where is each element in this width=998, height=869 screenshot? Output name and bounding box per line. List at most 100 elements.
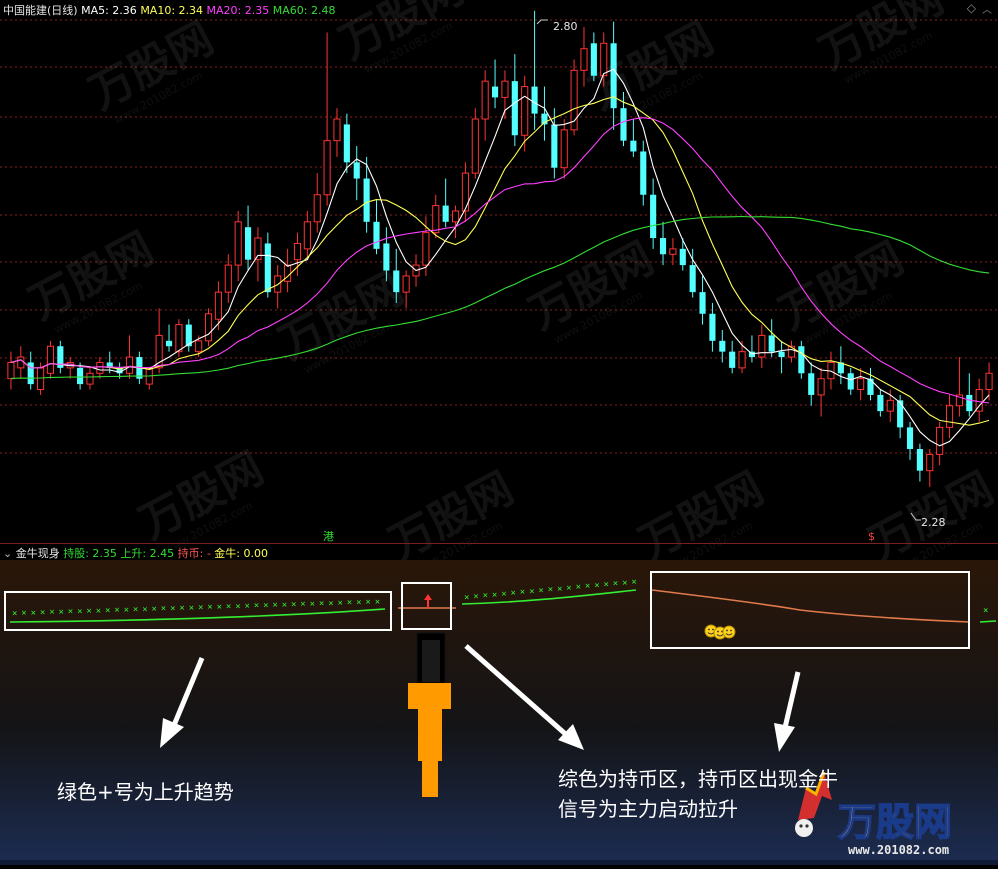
candle-body [768, 335, 775, 352]
hk-connect-marker: 港 [323, 530, 334, 543]
candle-body [461, 172, 469, 212]
candle-body [847, 373, 854, 390]
chart-canvas[interactable]: 万股网www.201082.com万股网www.201082.com 万股网www… [0, 0, 998, 865]
plus-marker: × [226, 602, 231, 612]
chevron-down-icon[interactable]: ⌄ [3, 547, 12, 560]
candle-body [817, 378, 825, 396]
candle-body [679, 248, 686, 266]
ma-legend-item: MA10: 2.34 [140, 4, 207, 17]
plus-marker: × [189, 603, 194, 613]
candle-body [175, 324, 183, 353]
candle-body [46, 345, 55, 374]
plus-marker: × [594, 581, 599, 591]
plus-marker: × [96, 606, 101, 616]
candle-body [985, 372, 993, 391]
plus-marker: × [59, 607, 64, 617]
signal-annotation: 信号为主力启动拉升 [558, 797, 738, 821]
chevron-up-icon[interactable]: ︿ [982, 1, 992, 16]
candle-body [669, 248, 677, 255]
candle-body [442, 205, 449, 222]
plus-marker: × [492, 590, 497, 600]
plus-marker: × [133, 605, 138, 615]
candle-body [521, 86, 529, 136]
candle-body [234, 221, 242, 266]
plus-marker: × [464, 593, 469, 603]
candle-body [254, 237, 262, 261]
plus-marker: × [356, 598, 361, 608]
diamond-icon[interactable]: ◇ [967, 1, 976, 15]
candle-body [551, 124, 558, 168]
candle-body [313, 194, 321, 223]
plus-marker: × [375, 597, 380, 607]
candle-body [165, 340, 173, 347]
plus-marker: × [40, 608, 45, 618]
candle-body [432, 205, 440, 234]
plus-marker: × [483, 591, 488, 601]
candle-body [323, 140, 331, 196]
plus-marker: × [207, 603, 212, 613]
plus-marker: × [152, 604, 157, 614]
plus-marker: × [245, 601, 250, 611]
plus-marker: × [86, 607, 91, 617]
ma-legend-item: MA5: 2.36 [81, 4, 141, 17]
plus-marker: × [538, 586, 543, 596]
candle-body [373, 221, 380, 249]
candle-body [580, 48, 588, 71]
candle-body [343, 124, 350, 163]
candle-body [264, 243, 271, 293]
candle-body [393, 270, 400, 293]
candle-body [303, 221, 311, 250]
smiley-icon-3 [722, 625, 736, 639]
brand-url: www.201082.com [848, 843, 949, 857]
candle-body [204, 313, 213, 342]
candle-body [906, 427, 914, 450]
plus-marker: × [520, 588, 525, 598]
candle-body [224, 264, 232, 293]
candle-body [808, 373, 815, 395]
candle-body [886, 399, 894, 412]
candle-body [353, 162, 360, 179]
ma-legend-item: MA20: 2.35 [206, 4, 273, 17]
plus-marker: × [68, 607, 73, 617]
plus-marker: × [328, 599, 333, 609]
candle-body [590, 43, 597, 76]
candle-body [17, 356, 25, 369]
candle-body [195, 340, 203, 353]
plus-marker: × [31, 608, 36, 618]
plus-marker: × [114, 606, 119, 616]
candle-body [77, 367, 84, 385]
candle-body [7, 361, 15, 380]
candle-body [857, 378, 865, 391]
candle-body [37, 367, 45, 391]
candle-body [926, 453, 934, 472]
indicator-value-item: 金牛: 0.00 [210, 547, 268, 560]
indicator-name[interactable]: 金牛现身 [16, 547, 60, 560]
plus-marker: × [566, 583, 571, 593]
ma-legend-item: MA60: 2.48 [272, 4, 336, 17]
plus-marker: × [12, 609, 17, 619]
plus-marker: × [501, 589, 506, 599]
plus-marker: × [473, 592, 478, 602]
candle-body [293, 242, 302, 261]
candle-body [214, 291, 222, 320]
candle-body [778, 351, 785, 358]
plus-marker: × [613, 579, 618, 589]
candle-body [936, 426, 944, 455]
plus-marker: × [300, 600, 305, 610]
candle-body [511, 81, 518, 136]
indicator-value-item: 上升: 2.45 [116, 547, 175, 560]
indicator-value-item: 持股: 2.35 [63, 547, 117, 560]
candle-body [620, 108, 627, 141]
candle-body [244, 227, 252, 260]
plus-marker: × [179, 604, 184, 614]
plus-marker: × [365, 598, 370, 608]
stock-title[interactable]: 中国能建(日线) [3, 4, 78, 17]
candle-body [531, 86, 538, 114]
plus-marker: × [585, 582, 590, 592]
stock-chart-window: 万股网 www.201082.com 万股网 www.201082.com 万股网 www… [0, 0, 998, 865]
ma-legend: MA5: 2.36 MA10: 2.34 MA20: 2.35 MA60: 2.… [81, 4, 335, 17]
candle-body [650, 194, 657, 239]
plus-marker: × [105, 606, 110, 616]
candle-body [877, 394, 884, 412]
indicator-header: ⌄ 金牛现身 持股: 2.35 上升: 2.45 持币: - 金牛: 0.00 [3, 545, 268, 561]
